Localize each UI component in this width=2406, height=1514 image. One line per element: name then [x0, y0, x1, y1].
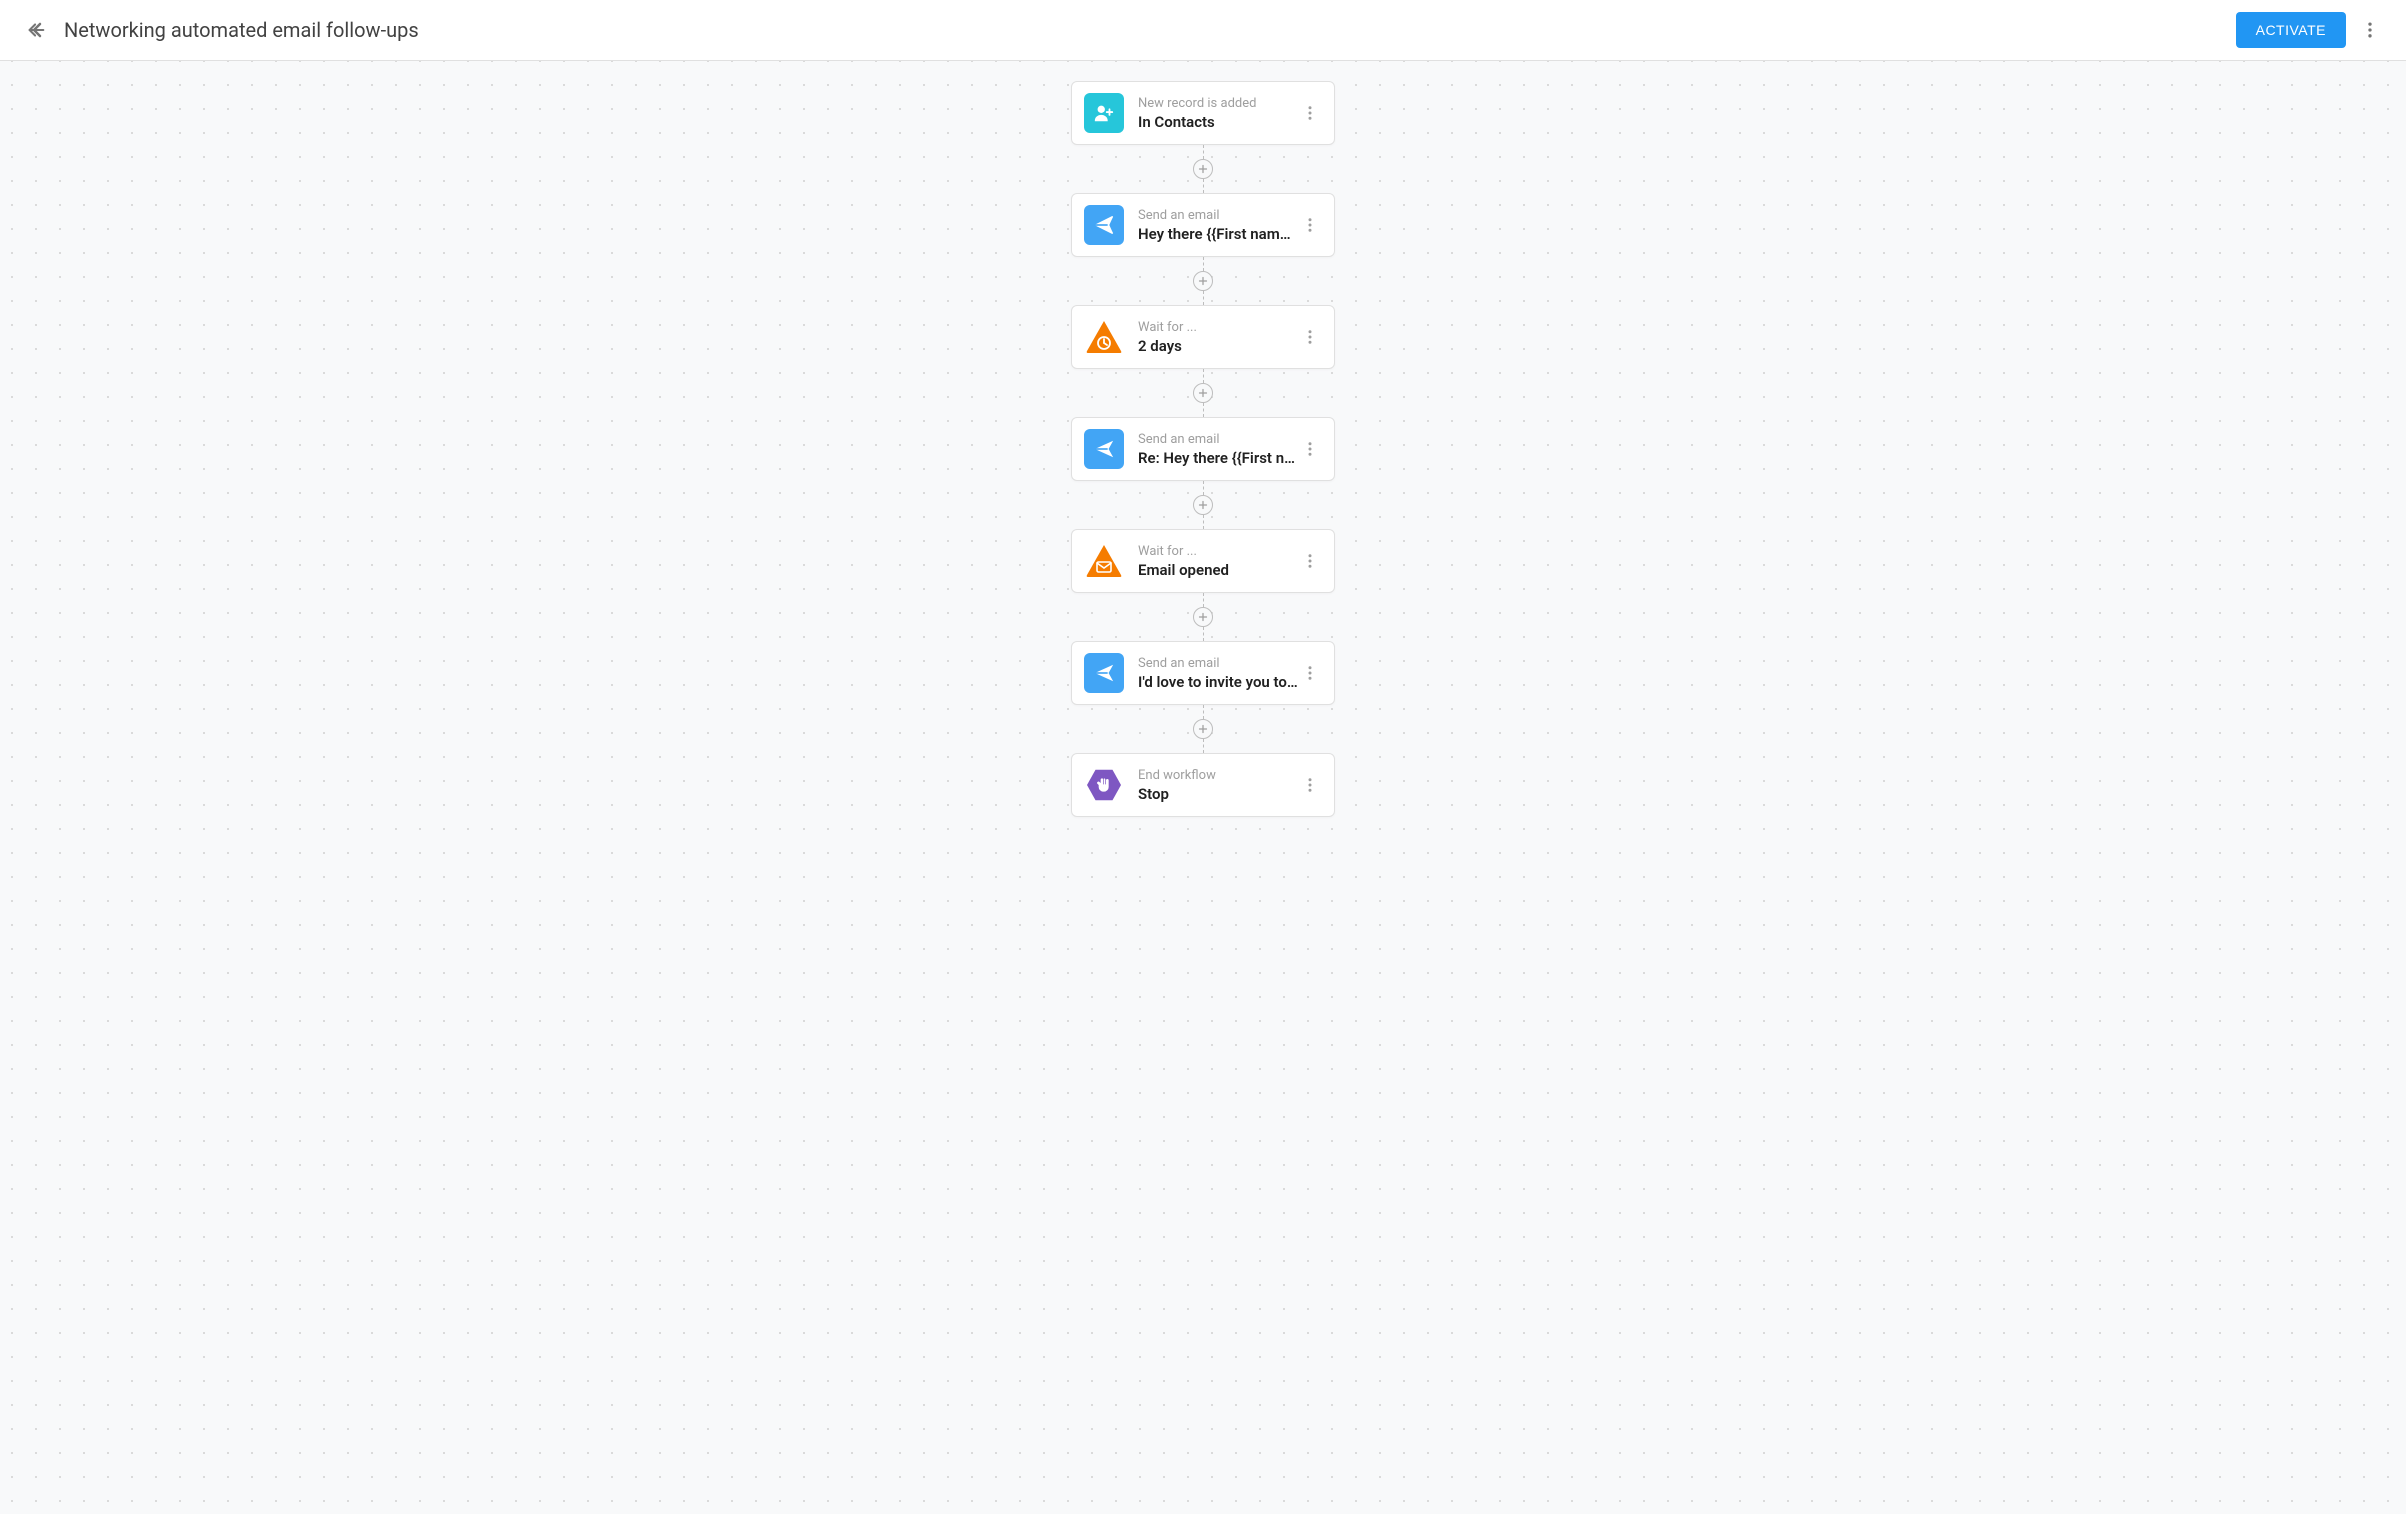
plus-icon [1197, 499, 1209, 511]
node-text: Send an email I'd love to invite you to… [1138, 656, 1298, 691]
add-step-button[interactable] [1193, 383, 1213, 403]
node-value: Re: Hey there {{First n… [1138, 449, 1298, 467]
add-step-button[interactable] [1193, 159, 1213, 179]
back-button[interactable] [24, 18, 48, 42]
node-text: New record is added In Contacts [1138, 96, 1298, 131]
plus-icon [1197, 387, 1209, 399]
activate-button[interactable]: ACTIVATE [2236, 12, 2346, 48]
connector-line [1203, 179, 1204, 193]
node-label: Send an email [1138, 208, 1298, 223]
connector-line [1203, 593, 1204, 607]
plus-icon [1197, 163, 1209, 175]
connector-line [1203, 481, 1204, 495]
connector-line [1203, 627, 1204, 641]
node-label: New record is added [1138, 96, 1298, 111]
node-label: Send an email [1138, 656, 1298, 671]
workflow-node-wait[interactable]: Wait for ... Email opened [1071, 529, 1335, 593]
workflow-node-end[interactable]: End workflow Stop [1071, 753, 1335, 817]
node-label: Wait for ... [1138, 320, 1298, 335]
node-value: 2 days [1138, 337, 1298, 355]
stop-hand-icon [1084, 765, 1124, 805]
send-icon [1084, 653, 1124, 693]
connector [1193, 481, 1213, 529]
connector-line [1203, 369, 1204, 383]
header-menu-button[interactable] [2358, 18, 2382, 42]
connector [1193, 145, 1213, 193]
connector-line [1203, 145, 1204, 159]
connector-line [1203, 739, 1204, 753]
node-label: Wait for ... [1138, 544, 1298, 559]
connector-line [1203, 291, 1204, 305]
plus-icon [1197, 275, 1209, 287]
more-vertical-icon [1301, 440, 1319, 458]
node-text: End workflow Stop [1138, 768, 1298, 803]
node-text: Wait for ... 2 days [1138, 320, 1298, 355]
wait-mail-icon [1084, 541, 1124, 581]
workflow-canvas[interactable]: New record is added In Contacts Send an … [0, 61, 2406, 1514]
plus-icon [1197, 723, 1209, 735]
add-step-button[interactable] [1193, 719, 1213, 739]
send-icon [1084, 429, 1124, 469]
more-vertical-icon [1301, 216, 1319, 234]
node-menu-button[interactable] [1298, 549, 1322, 573]
more-vertical-icon [1301, 104, 1319, 122]
add-step-button[interactable] [1193, 271, 1213, 291]
workflow-node-email[interactable]: Send an email Hey there {{First name… [1071, 193, 1335, 257]
workflow-container: New record is added In Contacts Send an … [0, 81, 2406, 817]
workflow-node-trigger[interactable]: New record is added In Contacts [1071, 81, 1335, 145]
node-menu-button[interactable] [1298, 325, 1322, 349]
node-menu-button[interactable] [1298, 101, 1322, 125]
node-text: Send an email Hey there {{First name… [1138, 208, 1298, 243]
connector [1193, 705, 1213, 753]
connector [1193, 369, 1213, 417]
more-vertical-icon [2360, 20, 2380, 40]
connector [1193, 593, 1213, 641]
node-menu-button[interactable] [1298, 661, 1322, 685]
more-vertical-icon [1301, 664, 1319, 682]
node-text: Wait for ... Email opened [1138, 544, 1298, 579]
header: Networking automated email follow-ups AC… [0, 0, 2406, 61]
header-right: ACTIVATE [2236, 12, 2382, 48]
node-menu-button[interactable] [1298, 213, 1322, 237]
header-left: Networking automated email follow-ups [24, 18, 419, 42]
add-step-button[interactable] [1193, 607, 1213, 627]
node-label: End workflow [1138, 768, 1298, 783]
node-text: Send an email Re: Hey there {{First n… [1138, 432, 1298, 467]
more-vertical-icon [1301, 552, 1319, 570]
connector-line [1203, 705, 1204, 719]
plus-icon [1197, 611, 1209, 623]
workflow-node-email[interactable]: Send an email I'd love to invite you to… [1071, 641, 1335, 705]
node-menu-button[interactable] [1298, 773, 1322, 797]
wait-clock-icon [1084, 317, 1124, 357]
add-step-button[interactable] [1193, 495, 1213, 515]
workflow-node-wait[interactable]: Wait for ... 2 days [1071, 305, 1335, 369]
more-vertical-icon [1301, 776, 1319, 794]
node-value: Stop [1138, 785, 1298, 803]
person-add-icon [1084, 93, 1124, 133]
more-vertical-icon [1301, 328, 1319, 346]
node-value: Hey there {{First name… [1138, 225, 1298, 243]
send-icon [1084, 205, 1124, 245]
node-value: Email opened [1138, 561, 1298, 579]
page-title: Networking automated email follow-ups [64, 18, 419, 42]
arrow-left-icon [25, 19, 47, 41]
node-menu-button[interactable] [1298, 437, 1322, 461]
connector-line [1203, 257, 1204, 271]
node-label: Send an email [1138, 432, 1298, 447]
connector-line [1203, 515, 1204, 529]
node-value: In Contacts [1138, 113, 1298, 131]
node-value: I'd love to invite you to… [1138, 673, 1298, 691]
workflow-node-email[interactable]: Send an email Re: Hey there {{First n… [1071, 417, 1335, 481]
connector [1193, 257, 1213, 305]
connector-line [1203, 403, 1204, 417]
